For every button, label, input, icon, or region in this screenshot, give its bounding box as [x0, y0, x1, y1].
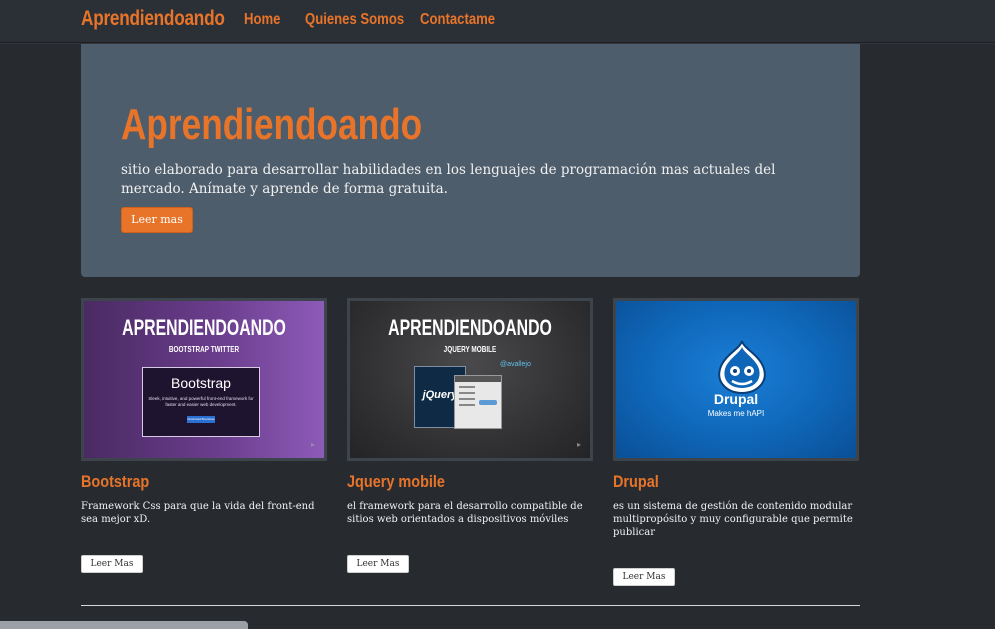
- thumb-subtitle: JQUERY MOBILE: [443, 345, 497, 354]
- horizontal-scrollbar[interactable]: [0, 621, 248, 629]
- jumbotron-text: sitio elaborado para desarrollar habilid…: [121, 162, 776, 197]
- jumbotron: Aprendiendoando sitio elaborado para des…: [81, 44, 860, 277]
- slide-nav-icon: ▸: [576, 440, 581, 449]
- jumbotron-title: Aprendiendoando: [121, 100, 423, 149]
- nav-link-quienes-somos[interactable]: Quienes Somos: [305, 11, 404, 29]
- jquery-mobile-thumbnail[interactable]: APRENDIENDOANDO JQUERY MOBILE @avallejo …: [347, 298, 593, 461]
- footer-divider: [81, 605, 860, 606]
- thumb-handle: @avallejo: [500, 361, 531, 368]
- nav-link-contactame[interactable]: Contactame: [420, 11, 495, 29]
- preview-box-text: Sleek, intuitive, and powerful front-end…: [148, 396, 254, 407]
- drupal-logo-text: Drupal: [713, 391, 759, 407]
- nav-link-home[interactable]: Home: [244, 11, 280, 29]
- card-title[interactable]: Drupal: [613, 472, 659, 492]
- card-title[interactable]: Bootstrap: [81, 472, 149, 492]
- thumb-title: APRENDIENDOANDO: [388, 315, 552, 340]
- card-jquery-mobile: APRENDIENDOANDO JQUERY MOBILE @avallejo …: [347, 298, 593, 573]
- phone-screenshot: [454, 375, 502, 429]
- card-text: Framework Css para que la vida del front…: [81, 501, 315, 525]
- slide-nav-icon: ▸: [310, 440, 315, 449]
- preview-box-button: Download Bootstrap: [187, 416, 215, 423]
- read-more-button[interactable]: Leer mas: [121, 207, 193, 233]
- card-bootstrap: APRENDIENDOANDO BOOTSTRAP TWITTER Bootst…: [81, 298, 327, 573]
- drupal-thumbnail[interactable]: Drupal Makes me hAPI: [613, 298, 859, 461]
- thumb-subtitle: BOOTSTRAP TWITTER: [168, 345, 240, 354]
- navbar-brand[interactable]: Aprendiendoando: [81, 7, 225, 31]
- bootstrap-thumbnail[interactable]: APRENDIENDOANDO BOOTSTRAP TWITTER Bootst…: [81, 298, 327, 461]
- read-more-jquery-button[interactable]: Leer Mas: [347, 555, 409, 573]
- drupal-tagline: Makes me hAPI: [707, 409, 765, 418]
- navbar: Aprendiendoando Home Quienes Somos Conta…: [0, 0, 995, 43]
- card-text: es un sistema de gestión de contenido mo…: [613, 501, 853, 538]
- bootstrap-preview-box: Bootstrap Sleek, intuitive, and powerful…: [142, 367, 260, 437]
- read-more-bootstrap-button[interactable]: Leer Mas: [81, 555, 143, 573]
- read-more-drupal-button[interactable]: Leer Mas: [613, 568, 675, 586]
- card-drupal: Drupal Makes me hAPI Drupal es un sistem…: [613, 298, 859, 586]
- drupal-drop-icon: [718, 340, 766, 395]
- preview-box-title: Bootstrap: [171, 375, 231, 391]
- thumb-title: APRENDIENDOANDO: [122, 315, 286, 340]
- card-title[interactable]: Jquery mobile: [347, 472, 445, 492]
- card-text: el framework para el desarrollo compatib…: [347, 501, 583, 525]
